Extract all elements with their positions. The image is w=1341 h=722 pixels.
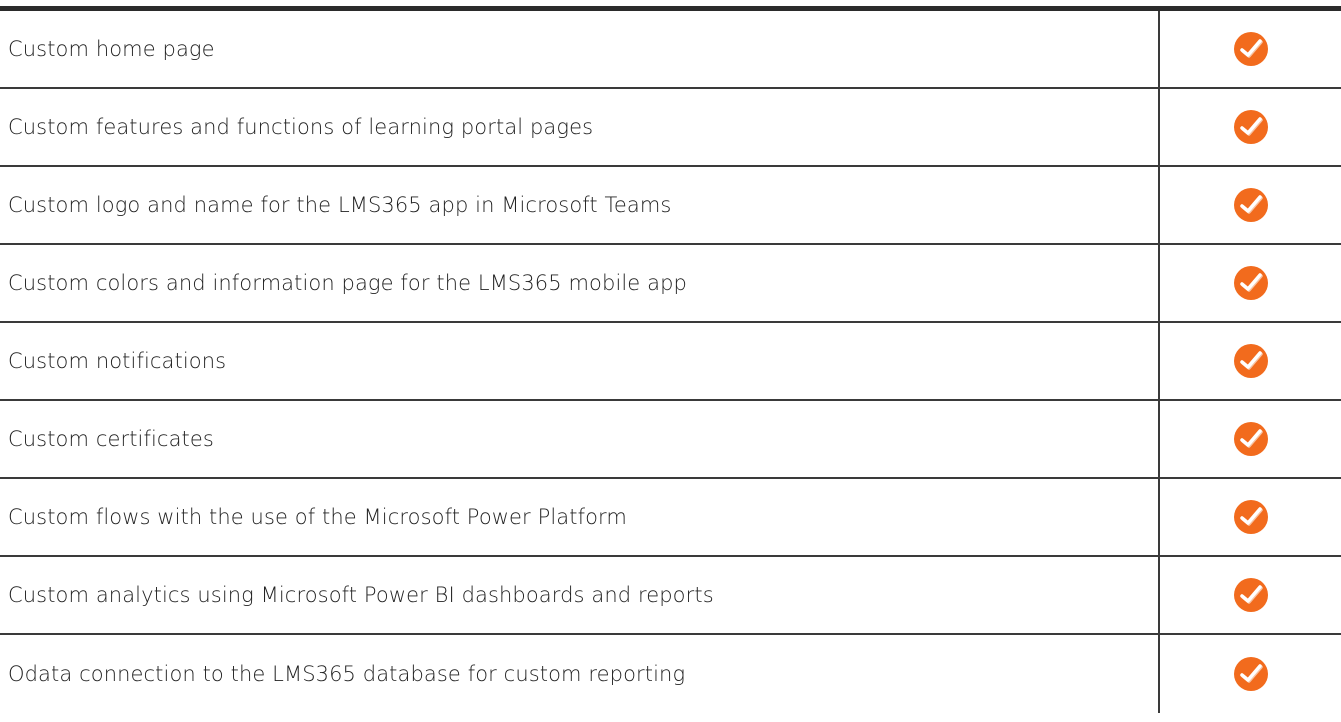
check-icon xyxy=(1233,110,1268,144)
table-row: Custom home page xyxy=(0,11,1341,89)
included-cell xyxy=(1158,479,1341,555)
included-cell xyxy=(1158,635,1341,713)
check-icon xyxy=(1233,578,1268,612)
check-icon xyxy=(1233,422,1268,456)
check-icon xyxy=(1233,657,1268,691)
table-row: Custom colors and information page for t… xyxy=(0,245,1341,323)
feature-label: Custom analytics using Microsoft Power B… xyxy=(8,583,714,607)
feature-label: Custom certificates xyxy=(8,427,214,451)
check-icon xyxy=(1233,188,1268,222)
included-cell xyxy=(1158,89,1341,165)
check-icon xyxy=(1233,266,1268,300)
table-row: Custom certificates xyxy=(0,401,1341,479)
feature-table: Custom home page Custom features and fun… xyxy=(0,6,1341,713)
included-cell xyxy=(1158,323,1341,399)
feature-label: Custom home page xyxy=(8,37,215,61)
table-row: Custom analytics using Microsoft Power B… xyxy=(0,557,1341,635)
check-icon xyxy=(1233,344,1268,378)
included-cell xyxy=(1158,401,1341,477)
included-cell xyxy=(1158,11,1341,87)
check-icon xyxy=(1233,32,1268,66)
table-row: Custom features and functions of learnin… xyxy=(0,89,1341,167)
table-row: Custom logo and name for the LMS365 app … xyxy=(0,167,1341,245)
included-cell xyxy=(1158,557,1341,633)
table-row: Custom flows with the use of the Microso… xyxy=(0,479,1341,557)
check-icon xyxy=(1233,500,1268,534)
included-cell xyxy=(1158,167,1341,243)
included-cell xyxy=(1158,245,1341,321)
feature-label: Custom logo and name for the LMS365 app … xyxy=(8,193,672,217)
feature-label: Custom notifications xyxy=(8,349,227,373)
feature-label: Odata connection to the LMS365 database … xyxy=(8,662,686,686)
table-row: Odata connection to the LMS365 database … xyxy=(0,635,1341,713)
feature-label: Custom features and functions of learnin… xyxy=(8,115,594,139)
table-row: Custom notifications xyxy=(0,323,1341,401)
feature-label: Custom colors and information page for t… xyxy=(8,271,687,295)
feature-label: Custom flows with the use of the Microso… xyxy=(8,505,627,529)
